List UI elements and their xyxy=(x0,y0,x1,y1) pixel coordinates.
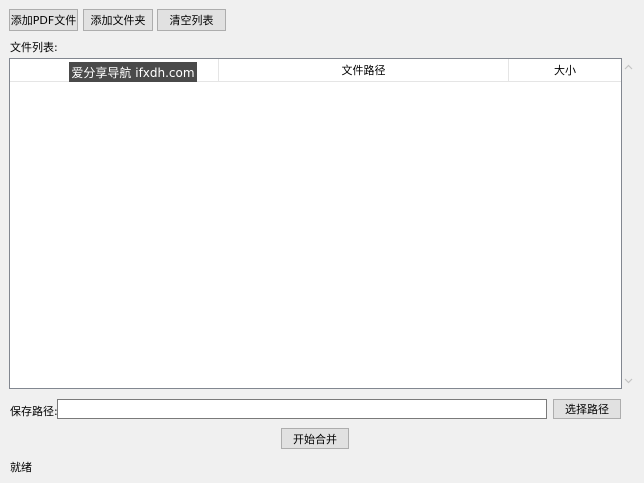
add-folder-button[interactable]: 添加文件夹 xyxy=(83,9,153,31)
scroll-down-arrow-icon[interactable] xyxy=(622,374,635,387)
file-list-view[interactable]: 文件路径 大小 xyxy=(9,58,622,389)
vertical-scrollbar[interactable] xyxy=(622,58,635,389)
status-text: 就绪 xyxy=(10,461,32,474)
scroll-up-arrow-icon[interactable] xyxy=(622,60,635,73)
file-list-label: 文件列表: xyxy=(10,41,58,54)
start-merge-button[interactable]: 开始合并 xyxy=(281,428,349,449)
clear-list-button[interactable]: 清空列表 xyxy=(157,9,226,31)
column-header-size[interactable]: 大小 xyxy=(509,59,621,81)
add-pdf-button[interactable]: 添加PDF文件 xyxy=(9,9,78,31)
save-path-label: 保存路径: xyxy=(10,405,58,418)
save-path-input[interactable] xyxy=(57,399,547,419)
watermark-overlay: 爱分享导航 ifxdh.com xyxy=(69,62,197,82)
column-header-path[interactable]: 文件路径 xyxy=(219,59,509,81)
choose-path-button[interactable]: 选择路径 xyxy=(553,399,621,419)
